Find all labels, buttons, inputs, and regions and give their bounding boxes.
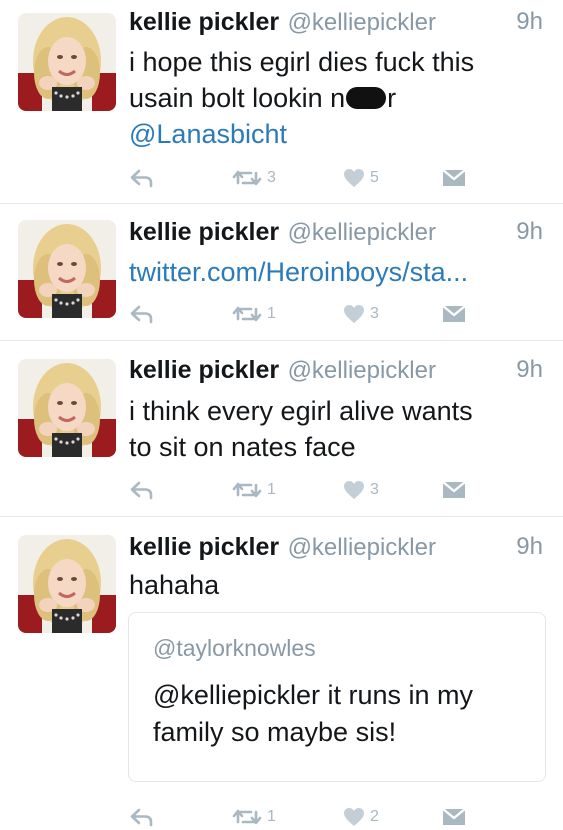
retweet-count: 3 <box>267 169 276 186</box>
display-name[interactable]: kellie pickler <box>129 218 279 246</box>
direct-message-button[interactable] <box>442 301 466 327</box>
tweet-actions: 1 3 <box>128 477 488 503</box>
retweet-count: 1 <box>267 305 276 322</box>
tweet-text-segment: usain bolt lookin n <box>129 83 346 113</box>
avatar[interactable] <box>18 220 116 318</box>
username[interactable]: @kelliepickler <box>288 9 436 36</box>
like-button[interactable]: 3 <box>343 301 379 327</box>
like-button[interactable]: 2 <box>343 804 379 830</box>
retweet-button[interactable]: 1 <box>232 301 276 327</box>
avatar[interactable] <box>18 535 116 633</box>
direct-message-button[interactable] <box>442 165 466 191</box>
reply-icon <box>130 168 154 188</box>
tweet-actions: 1 2 <box>128 804 488 830</box>
tweet-header: kellie pickler @kelliepickler 9h <box>129 8 549 42</box>
tweet-text-segment: r <box>387 83 397 113</box>
like-count: 2 <box>370 808 379 825</box>
timestamp[interactable]: 9h <box>516 8 543 36</box>
direct-message-button[interactable] <box>442 477 466 503</box>
tweet-text-line: usain bolt lookin n r <box>129 80 549 116</box>
reply-button[interactable] <box>130 804 154 830</box>
like-count: 5 <box>370 169 379 186</box>
tweet-link[interactable]: twitter.com/Heroinboys/sta... <box>129 254 549 290</box>
reply-button[interactable] <box>130 165 154 191</box>
direct-message-icon <box>442 305 466 323</box>
quoted-text-line: family so maybe sis! <box>153 717 397 747</box>
retweet-button[interactable]: 1 <box>232 804 276 830</box>
quoted-text-line: @kelliepickler it runs in my <box>153 680 473 710</box>
tweet-text-line: i think every egirl alive wants <box>129 396 473 426</box>
timestamp[interactable]: 9h <box>516 218 543 246</box>
retweet-count: 1 <box>267 481 276 498</box>
direct-message-button[interactable] <box>442 804 466 830</box>
display-name[interactable]: kellie pickler <box>129 8 279 36</box>
tweet[interactable]: kellie pickler @kelliepickler 9h twitter… <box>0 204 563 340</box>
display-name[interactable]: kellie pickler <box>129 356 279 384</box>
tweet-header: kellie pickler @kelliepickler 9h <box>129 356 549 390</box>
timestamp[interactable]: 9h <box>516 356 543 384</box>
tweet-actions: 1 3 <box>128 301 488 327</box>
reply-button[interactable] <box>130 477 154 503</box>
display-name[interactable]: kellie pickler <box>129 533 279 561</box>
reply-icon <box>130 480 154 500</box>
reply-icon <box>130 304 154 324</box>
retweet-icon <box>232 807 262 827</box>
username[interactable]: @kelliepickler <box>288 219 436 246</box>
censor-bar <box>346 87 387 109</box>
tweet-text-line: to sit on nates face <box>129 432 356 462</box>
retweet-icon <box>232 304 262 324</box>
heart-icon <box>343 480 365 500</box>
tweet-header: kellie pickler @kelliepickler 9h <box>129 533 549 567</box>
heart-icon <box>343 807 365 827</box>
avatar[interactable] <box>18 13 116 111</box>
timestamp[interactable]: 9h <box>516 533 543 561</box>
direct-message-icon <box>442 808 466 826</box>
retweet-button[interactable]: 1 <box>232 477 276 503</box>
tweet-actions: 3 5 <box>128 165 488 191</box>
retweet-icon <box>232 480 262 500</box>
mention-link[interactable]: @Lanasbicht <box>129 116 549 152</box>
tweet-text: hahaha <box>129 570 220 600</box>
like-button[interactable]: 3 <box>343 477 379 503</box>
quoted-username[interactable]: @taylorknowles <box>153 635 316 662</box>
retweet-icon <box>232 168 262 188</box>
reply-button[interactable] <box>130 301 154 327</box>
tweet-text: twitter.com/Heroinboys/sta... <box>129 254 549 290</box>
tweet-text: i think every egirl alive wants to sit o… <box>129 393 549 465</box>
direct-message-icon <box>442 169 466 187</box>
heart-icon <box>343 304 365 324</box>
like-button[interactable]: 5 <box>343 165 379 191</box>
quoted-tweet[interactable]: @taylorknowles @kelliepickler it runs in… <box>128 612 546 782</box>
tweet-text: i hope this egirl dies fuck this usain b… <box>129 44 549 152</box>
heart-icon <box>343 168 365 188</box>
tweet[interactable]: kellie pickler @kelliepickler 9h i hope … <box>0 0 563 203</box>
username[interactable]: @kelliepickler <box>288 357 436 384</box>
like-count: 3 <box>370 305 379 322</box>
tweet-text-line: i hope this egirl dies fuck this <box>129 47 475 77</box>
avatar[interactable] <box>18 359 116 457</box>
like-count: 3 <box>370 481 379 498</box>
direct-message-icon <box>442 481 466 499</box>
tweet[interactable]: kellie pickler @kelliepickler 9h i think… <box>0 341 563 516</box>
username[interactable]: @kelliepickler <box>288 534 436 561</box>
retweet-count: 1 <box>267 808 276 825</box>
reply-icon <box>130 807 154 827</box>
quoted-tweet-text: @kelliepickler it runs in my family so m… <box>153 677 531 751</box>
tweet-header: kellie pickler @kelliepickler 9h <box>129 218 549 252</box>
retweet-button[interactable]: 3 <box>232 165 276 191</box>
